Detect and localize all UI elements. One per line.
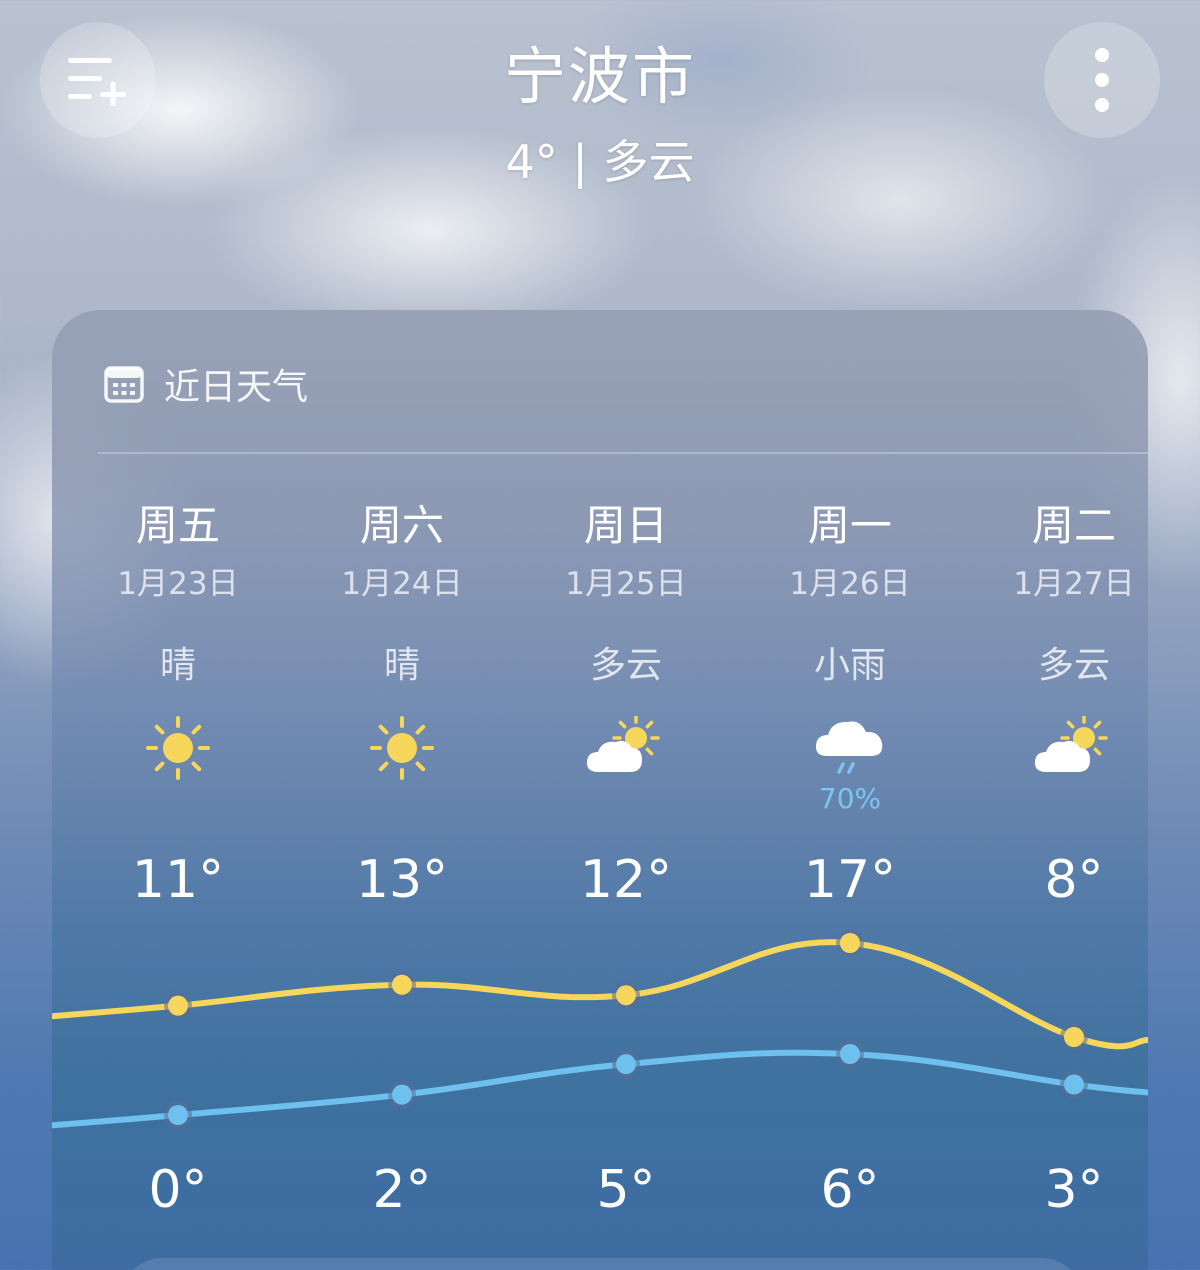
partly-cloudy-icon [962, 708, 1148, 788]
low-temp-point [392, 1084, 412, 1105]
day-date: 1月26日 [789, 566, 911, 602]
high-temp-point [168, 995, 188, 1016]
light-rain-icon [738, 708, 962, 788]
high-temp-point [1064, 1027, 1084, 1047]
more-vertical-icon [1095, 48, 1109, 112]
precip-probability [962, 782, 1148, 816]
precip-probability: 70% [818, 782, 882, 815]
more-options-button[interactable] [1044, 22, 1160, 138]
sun-icon [290, 708, 514, 788]
precip-probability [290, 782, 514, 816]
day-date: 1月27日 [1013, 566, 1135, 602]
low-temp-point [616, 1054, 636, 1075]
day-column[interactable]: 周一 1月26日小雨 70% 17° 6° [738, 500, 962, 1220]
sun-icon [66, 708, 290, 788]
low-temp-point [168, 1105, 188, 1125]
high-temp: 13° [355, 850, 449, 910]
day-column[interactable]: 周二 1月27日多云 8° 3° [962, 500, 1148, 1220]
precip-probability [514, 782, 738, 816]
high-temp: 17° [803, 850, 897, 910]
current-weather: 4° | 多云 [505, 135, 695, 189]
low-temp-line [52, 1049, 1148, 1129]
day-name: 周五 [135, 501, 220, 550]
forecast-card: 近日天气 周五 1月23日晴 11° 0° 周六 1月24日晴 13° 2° 周日 1月25日 多云… [52, 310, 1148, 1270]
low-temp: 2° [372, 1160, 432, 1220]
high-temp: 8° [1044, 850, 1104, 910]
low-temp: 5° [596, 1160, 656, 1220]
low-temp: 6° [820, 1160, 880, 1220]
day-column[interactable]: 周日 1月25日多云 12° 5° [514, 500, 738, 1220]
high-temp-point [392, 974, 412, 995]
low-temp: 0° [148, 1160, 208, 1220]
day-date: 1月23日 [117, 566, 239, 602]
day-name: 周日 [583, 501, 668, 550]
high-temp: 11° [131, 850, 225, 910]
city-title: 宁波市 [503, 40, 696, 113]
day-date: 1月24日 [341, 566, 463, 602]
low-temp-point [840, 1044, 860, 1064]
day-name: 周六 [359, 501, 444, 550]
high-temp: 12° [579, 850, 673, 910]
day-condition: 多云 [589, 645, 662, 686]
day-condition: 晴 [159, 645, 196, 686]
day-condition: 晴 [383, 645, 420, 686]
precip-probability [66, 782, 290, 816]
partly-cloudy-icon [514, 708, 738, 788]
next-panel-edge [122, 1258, 1082, 1270]
day-date: 1月25日 [565, 566, 687, 602]
day-condition: 多云 [1037, 645, 1110, 686]
day-name: 周二 [1031, 501, 1116, 550]
high-temp-point [616, 985, 636, 1006]
low-temp: 3° [1044, 1160, 1104, 1220]
high-temp-point [840, 933, 860, 953]
day-name: 周一 [807, 501, 892, 550]
low-temp-point [1064, 1074, 1084, 1095]
day-condition: 小雨 [813, 645, 886, 686]
high-temp-line [52, 939, 1148, 1050]
day-column[interactable]: 周六 1月24日晴 13° 2° [290, 500, 514, 1220]
day-column[interactable]: 周五 1月23日晴 11° 0° [66, 500, 290, 1220]
